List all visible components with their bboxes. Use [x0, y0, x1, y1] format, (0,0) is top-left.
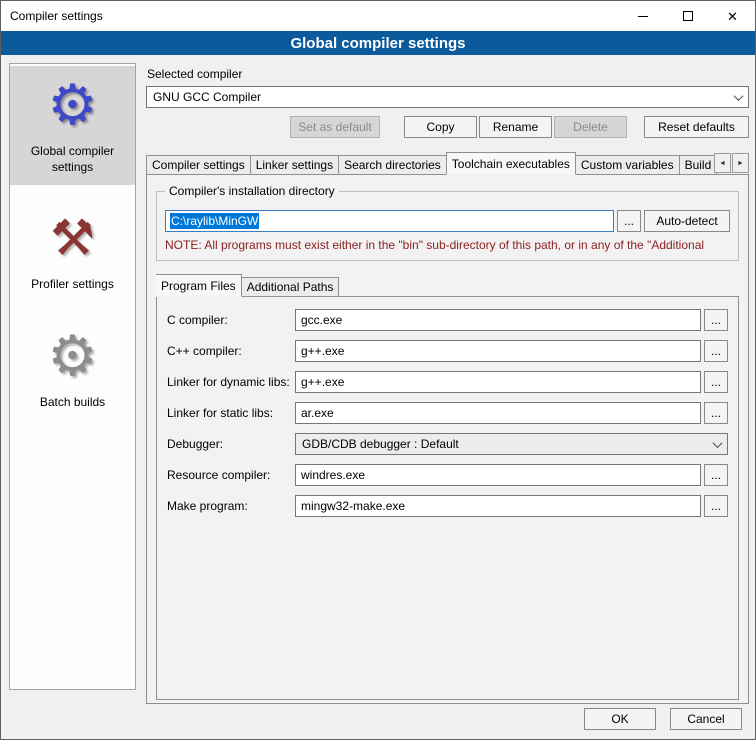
tab-custom-variables[interactable]: Custom variables: [576, 155, 680, 175]
sidebar-item-profiler-settings[interactable]: ⚒ Profiler settings: [10, 199, 135, 303]
profiler-icon: ⚒: [50, 205, 95, 271]
set-as-default-button[interactable]: Set as default: [290, 116, 380, 138]
resource-compiler-label: Resource compiler:: [167, 468, 295, 482]
debugger-select[interactable]: GDB/CDB debugger : Default: [295, 433, 728, 455]
field-row-dynamic-linker: Linker for dynamic libs: ...: [167, 371, 728, 393]
cancel-button[interactable]: Cancel: [670, 708, 742, 730]
resource-compiler-input[interactable]: [295, 464, 701, 486]
dynamic-linker-label: Linker for dynamic libs:: [167, 375, 295, 389]
field-row-resource-compiler: Resource compiler: ...: [167, 464, 728, 486]
cpp-compiler-input[interactable]: [295, 340, 701, 362]
field-row-debugger: Debugger: GDB/CDB debugger : Default: [167, 433, 728, 455]
field-row-c-compiler: C compiler: ...: [167, 309, 728, 331]
debugger-select-value: GDB/CDB debugger : Default: [302, 437, 459, 451]
static-linker-input[interactable]: [295, 402, 701, 424]
static-linker-browse-button[interactable]: ...: [704, 402, 728, 424]
sidebar-item-label: Global compiler settings: [12, 144, 133, 175]
field-row-make-program: Make program: ...: [167, 495, 728, 517]
close-icon: ✕: [727, 10, 738, 23]
tab-scroll-left-icon[interactable]: ◄: [714, 153, 731, 173]
sidebar-item-label: Profiler settings: [31, 277, 114, 293]
close-button[interactable]: ✕: [710, 1, 755, 31]
debugger-label: Debugger:: [167, 437, 295, 451]
titlebar: Compiler settings ✕: [1, 1, 755, 31]
dynamic-linker-browse-button[interactable]: ...: [704, 371, 728, 393]
make-program-browse-button[interactable]: ...: [704, 495, 728, 517]
tab-scroll-arrows: ◄ ►: [714, 153, 749, 173]
gear-blue-icon: ⚙: [47, 72, 97, 138]
reset-defaults-button[interactable]: Reset defaults: [644, 116, 749, 138]
settings-sidebar: ⚙ Global compiler settings ⚒ Profiler se…: [9, 63, 136, 690]
sidebar-item-batch-builds[interactable]: ⚙ Batch builds: [10, 317, 135, 421]
make-program-label: Make program:: [167, 499, 295, 513]
tab-linker-settings[interactable]: Linker settings: [251, 155, 339, 175]
copy-button[interactable]: Copy: [404, 116, 477, 138]
sidebar-item-global-compiler-settings[interactable]: ⚙ Global compiler settings: [10, 66, 135, 185]
maximize-icon: [683, 11, 693, 21]
tab-toolchain-executables[interactable]: Toolchain executables: [446, 152, 576, 175]
bin-subdirectory-note: NOTE: All programs must exist either in …: [165, 238, 730, 252]
cpp-compiler-browse-button[interactable]: ...: [704, 340, 728, 362]
c-compiler-browse-button[interactable]: ...: [704, 309, 728, 331]
toolchain-subtabstrip: Program Files Additional Paths: [156, 274, 739, 297]
c-compiler-label: C compiler:: [167, 313, 295, 327]
resource-compiler-browse-button[interactable]: ...: [704, 464, 728, 486]
make-program-input[interactable]: [295, 495, 701, 517]
tab-build-options[interactable]: Build: [680, 155, 718, 175]
installation-directory-value: C:\raylib\MinGW: [170, 213, 259, 229]
chevron-down-icon: [708, 435, 726, 453]
cpp-compiler-label: C++ compiler:: [167, 344, 295, 358]
installation-directory-input[interactable]: C:\raylib\MinGW: [165, 210, 614, 232]
program-files-panel: C compiler: ... C++ compiler: ... Linker…: [156, 296, 739, 700]
toolchain-panel: Compiler's installation directory C:\ray…: [146, 174, 749, 704]
compiler-select-value: GNU GCC Compiler: [153, 90, 261, 104]
ok-button[interactable]: OK: [584, 708, 656, 730]
auto-detect-button[interactable]: Auto-detect: [644, 210, 730, 232]
installation-directory-group: Compiler's installation directory C:\ray…: [156, 191, 739, 261]
static-linker-label: Linker for static libs:: [167, 406, 295, 420]
window-title: Compiler settings: [1, 9, 103, 23]
compiler-settings-dialog: Compiler settings ✕ Global compiler sett…: [0, 0, 756, 740]
dialog-heading: Global compiler settings: [1, 31, 755, 55]
chevron-down-icon: [729, 88, 747, 106]
dialog-footer: OK Cancel: [584, 708, 742, 730]
window-controls: ✕: [620, 1, 755, 31]
tab-compiler-settings[interactable]: Compiler settings: [146, 155, 251, 175]
c-compiler-input[interactable]: [295, 309, 701, 331]
installation-directory-browse-button[interactable]: ...: [617, 210, 641, 232]
subtab-additional-paths[interactable]: Additional Paths: [242, 277, 340, 297]
tab-scroll-right-icon[interactable]: ►: [732, 153, 749, 173]
field-row-static-linker: Linker for static libs: ...: [167, 402, 728, 424]
minimize-icon: [638, 16, 648, 17]
main-content: Selected compiler GNU GCC Compiler Set a…: [146, 63, 749, 704]
dynamic-linker-input[interactable]: [295, 371, 701, 393]
settings-tabstrip: Compiler settings Linker settings Search…: [146, 152, 749, 175]
maximize-button[interactable]: [665, 1, 710, 31]
selected-compiler-label: Selected compiler: [147, 67, 749, 81]
compiler-select[interactable]: GNU GCC Compiler: [146, 86, 749, 108]
compiler-actions: Set as default Copy Rename Delete Reset …: [146, 116, 749, 138]
subtab-program-files[interactable]: Program Files: [156, 274, 242, 297]
field-row-cpp-compiler: C++ compiler: ...: [167, 340, 728, 362]
delete-button[interactable]: Delete: [554, 116, 627, 138]
installation-directory-label: Compiler's installation directory: [165, 184, 339, 198]
gear-gray-icon: ⚙: [47, 323, 97, 389]
rename-button[interactable]: Rename: [479, 116, 552, 138]
tab-search-directories[interactable]: Search directories: [339, 155, 447, 175]
sidebar-item-label: Batch builds: [40, 395, 105, 411]
minimize-button[interactable]: [620, 1, 665, 31]
installation-directory-row: C:\raylib\MinGW ... Auto-detect: [165, 210, 730, 232]
